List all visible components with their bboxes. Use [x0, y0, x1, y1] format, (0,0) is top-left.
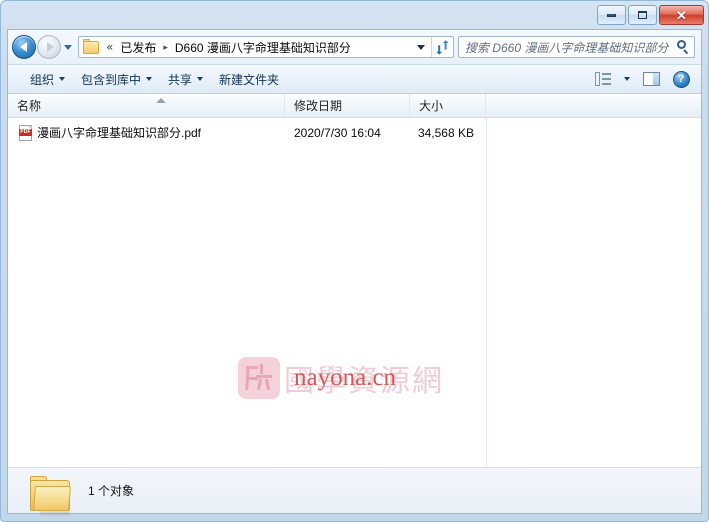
minimize-icon [607, 13, 616, 17]
forward-button[interactable] [37, 35, 61, 59]
folder-icon [30, 476, 74, 515]
address-bar[interactable]: « 已发布 ▸ D660 漫画八字命理基础知识部分 [78, 36, 454, 58]
close-button[interactable]: ✕ [659, 5, 704, 25]
column-header-label: 修改日期 [294, 99, 343, 113]
close-icon: ✕ [676, 7, 687, 23]
chevron-down-icon [417, 44, 425, 50]
file-name-cell[interactable]: PDF 漫画八字命理基础知识部分.pdf [8, 124, 285, 141]
address-dropdown-button[interactable] [411, 37, 431, 57]
file-date-cell: 2020/7/30 16:04 [294, 125, 381, 140]
help-icon: ? [672, 70, 690, 88]
refresh-button[interactable] [431, 37, 453, 57]
toolbar-item-organize[interactable]: 组织 [22, 68, 73, 91]
window-controls: ✕ [597, 5, 704, 25]
file-list-row[interactable]: PDF 漫画八字命理基础知识部分.pdf 2020/7/30 16:04 34,… [8, 122, 701, 143]
navigation-bar: « 已发布 ▸ D660 漫画八字命理基础知识部分 搜索 D660 漫画八字命理… [8, 30, 701, 64]
toolbar-right-group: ? [589, 68, 695, 90]
window-client-area: « 已发布 ▸ D660 漫画八字命理基础知识部分 搜索 D660 漫画八字命理… [7, 29, 702, 515]
file-size-cell: 34,568 KB [417, 125, 474, 140]
arrow-left-icon [19, 42, 27, 52]
column-header-row: 名称 修改日期 大小 [8, 94, 701, 118]
explorer-window: ✕ « 已发布 ▸ D660 漫画八字命理基础知识部分 搜索 D660 漫画八字… [0, 0, 709, 522]
column-header-name[interactable]: 名称 [8, 94, 285, 117]
column-header-label: 大小 [419, 99, 444, 113]
title-bar: ✕ [1, 1, 709, 29]
chevron-down-icon [146, 77, 153, 81]
watermark-logo-icon [238, 357, 280, 399]
preview-pane-button[interactable] [637, 68, 665, 90]
toolbar-item-label: 组织 [30, 72, 55, 87]
view-list-icon [595, 72, 611, 86]
toolbar-item-label: 新建文件夹 [219, 72, 280, 87]
column-header-label: 名称 [17, 99, 42, 113]
back-button[interactable] [12, 35, 36, 59]
refresh-icon [436, 39, 449, 55]
watermark-site-name: 國學資源網 [284, 364, 444, 399]
search-icon[interactable] [675, 39, 691, 55]
view-mode-dropdown[interactable] [619, 68, 635, 90]
file-name-label: 漫画八字命理基础知识部分.pdf [37, 126, 202, 140]
column-divider [486, 118, 487, 467]
breadcrumb-separator-icon: ▸ [163, 41, 168, 52]
maximize-icon [638, 11, 647, 19]
search-input[interactable]: 搜索 D660 漫画八字命理基础知识部分 [465, 39, 675, 56]
search-box[interactable]: 搜索 D660 漫画八字命理基础知识部分 [458, 36, 695, 58]
chevron-down-icon [59, 77, 66, 81]
watermark-url: nayona.cn [294, 364, 397, 391]
command-toolbar: 组织 包含到库中 共享 新建文件夹 ? [8, 64, 701, 94]
toolbar-item-label: 共享 [168, 72, 193, 87]
breadcrumb-overflow-button[interactable]: « [102, 41, 117, 53]
recent-locations-button[interactable] [61, 35, 75, 59]
pdf-file-icon: PDF [19, 124, 33, 141]
toolbar-item-include-in-library[interactable]: 包含到库中 [73, 68, 160, 91]
status-item-count: 1 个对象 [88, 484, 135, 498]
preview-pane-icon [642, 72, 660, 86]
pdf-badge-label: PDF [19, 128, 32, 136]
arrow-right-icon [46, 42, 54, 52]
help-button[interactable]: ? [667, 68, 695, 90]
chevron-down-icon [197, 77, 204, 81]
toolbar-item-new-folder[interactable]: 新建文件夹 [211, 68, 287, 91]
view-mode-button[interactable] [589, 68, 617, 90]
folder-icon [83, 38, 99, 54]
toolbar-item-label: 包含到库中 [81, 72, 142, 87]
column-header-date-modified[interactable]: 修改日期 [285, 94, 410, 117]
chevron-down-icon [64, 44, 72, 50]
breadcrumb-item-1[interactable]: D660 漫画八字命理基础知识部分 [172, 37, 354, 57]
sort-ascending-icon [156, 98, 166, 103]
column-header-size[interactable]: 大小 [410, 94, 486, 117]
watermark: 國學資源網 nayona.cn [238, 350, 498, 406]
column-header-filler [486, 94, 701, 117]
breadcrumb-item-0[interactable]: 已发布 [117, 37, 159, 57]
status-bar: 1 个对象 [8, 467, 701, 515]
file-list[interactable]: PDF 漫画八字命理基础知识部分.pdf 2020/7/30 16:04 34,… [8, 118, 701, 467]
chevron-down-icon [624, 77, 630, 81]
toolbar-item-share[interactable]: 共享 [160, 68, 211, 91]
maximize-button[interactable] [628, 5, 657, 25]
minimize-button[interactable] [597, 5, 626, 25]
